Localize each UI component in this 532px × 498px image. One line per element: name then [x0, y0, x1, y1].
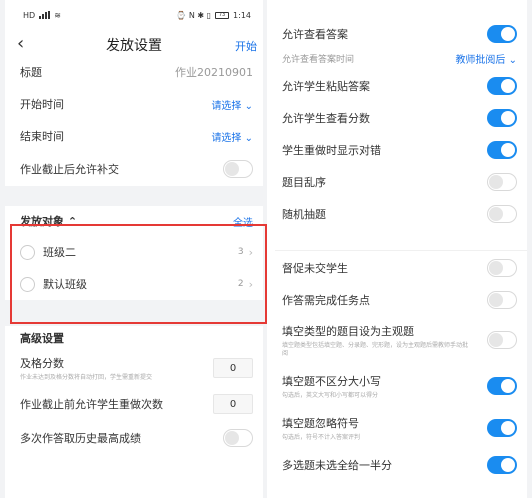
- view-answer-time-select[interactable]: 教师批阅后 ⌄: [455, 51, 517, 66]
- multi-half-label: 多选题未选全给一半分: [282, 459, 392, 472]
- carrier-label: HD: [23, 10, 36, 20]
- right-panel: 允许查看答案 允许查看答案时间 教师批阅后 ⌄ 允许学生粘贴答案 允许学生查看分…: [267, 0, 527, 498]
- battery-icon: 73: [215, 11, 230, 19]
- fill-subjective-toggle[interactable]: [487, 331, 517, 349]
- fill-subjective-label: 填空类型的题目设为主观题: [282, 324, 414, 338]
- view-score-label: 允许学生查看分数: [282, 112, 370, 125]
- class-count: 3: [237, 247, 244, 257]
- start-button[interactable]: 开始: [235, 38, 257, 54]
- page-title: 发放设置: [106, 38, 162, 54]
- pass-score-input[interactable]: 0: [213, 358, 253, 378]
- view-score-toggle[interactable]: [487, 109, 517, 127]
- view-answer-row: 允许查看答案: [267, 22, 527, 46]
- class-row[interactable]: 默认班级 2 ›: [5, 268, 263, 300]
- view-answer-time-label: 允许查看答案时间: [282, 54, 355, 65]
- clock: 1:14: [233, 10, 251, 20]
- history-best-toggle[interactable]: [223, 429, 253, 447]
- view-answer-label: 允许查看答案: [282, 28, 348, 41]
- random-label: 随机抽题: [282, 208, 326, 221]
- end-time-label: 结束时间: [20, 130, 64, 143]
- section-gap: [267, 230, 527, 250]
- multi-half-toggle[interactable]: [487, 456, 517, 474]
- case-insensitive-hint: 勾选后，英文大写和小写都可以得分: [282, 391, 379, 399]
- multi-half-row: 多选题未选全给一半分: [267, 449, 527, 481]
- start-time-label: 开始时间: [20, 98, 64, 111]
- end-time-row[interactable]: 结束时间 请选择 ⌄: [5, 120, 263, 152]
- view-answer-time-row[interactable]: 允许查看答案时间 教师批阅后 ⌄: [267, 46, 527, 70]
- class-name: 班级二: [43, 246, 76, 259]
- redo-count-row: 作业截止前允许学生重做次数 0: [5, 386, 263, 422]
- show-correct-row: 学生重做时显示对错: [267, 134, 527, 166]
- chevron-right-icon: ›: [248, 277, 253, 291]
- urge-toggle[interactable]: [487, 259, 517, 277]
- fill-subjective-row: 填空类型的题目设为主观题 填空题类型包括填空题、分录题、完形题，设为主观题后需教…: [267, 315, 527, 365]
- start-time-row[interactable]: 开始时间 请选择 ⌄: [5, 88, 263, 120]
- paste-toggle[interactable]: [487, 77, 517, 95]
- signal-icon: [39, 11, 51, 19]
- start-time-select[interactable]: 请选择 ⌄: [211, 97, 253, 112]
- nav-bar: ‹ 发放设置 开始: [5, 30, 263, 60]
- status-bar: HD ≋ ⌚ N ✱ ▯ 73 1:14: [5, 0, 263, 30]
- caret-up-icon: ⌃: [67, 215, 78, 228]
- title-row[interactable]: 标题 作业20210901: [5, 60, 263, 84]
- random-toggle[interactable]: [487, 205, 517, 223]
- pass-score-hint: 作业未达到及格分数将自动打回，学生需重新提交: [20, 373, 153, 381]
- view-answer-toggle[interactable]: [487, 25, 517, 43]
- back-icon[interactable]: ‹: [17, 33, 24, 54]
- late-submit-row: 作业截止后允许补交: [5, 152, 263, 186]
- paste-row: 允许学生粘贴答案: [267, 70, 527, 102]
- class-radio[interactable]: [20, 244, 35, 260]
- view-score-row: 允许学生查看分数: [267, 102, 527, 134]
- history-best-row: 多次作答取历史最高成绩: [5, 422, 263, 454]
- urge-row: 督促未交学生: [267, 251, 527, 285]
- ignore-symbol-hint: 勾选后，符号不计入答案评判: [282, 433, 361, 441]
- case-insensitive-row: 填空题不区分大小写 勾选后，英文大写和小写都可以得分: [267, 365, 527, 407]
- section-gap: [5, 186, 263, 206]
- late-submit-label: 作业截止后允许补交: [20, 163, 119, 176]
- shuffle-row: 题目乱序: [267, 166, 527, 198]
- random-row: 随机抽题: [267, 198, 527, 230]
- class-radio[interactable]: [20, 276, 35, 292]
- target-title[interactable]: 发放对象 ⌃: [20, 213, 77, 229]
- late-submit-toggle[interactable]: [223, 160, 253, 178]
- redo-count-input[interactable]: 0: [213, 394, 253, 414]
- task-points-row: 作答需完成任务点: [267, 285, 527, 315]
- status-icons: ⌚ N ✱ ▯: [176, 10, 212, 20]
- target-header: 发放对象 ⌃ 全选: [5, 206, 263, 236]
- redo-count-label: 作业截止前允许学生重做次数: [20, 398, 163, 411]
- case-insensitive-toggle[interactable]: [487, 377, 517, 395]
- ignore-symbol-toggle[interactable]: [487, 419, 517, 437]
- paste-label: 允许学生粘贴答案: [282, 80, 370, 93]
- pass-score-row: 及格分数 作业未达到及格分数将自动打回，学生需重新提交 0: [5, 350, 263, 386]
- task-points-toggle[interactable]: [487, 291, 517, 309]
- left-panel: HD ≋ ⌚ N ✱ ▯ 73 1:14 ‹ 发放设置 开始 标题 作业2021…: [5, 0, 263, 498]
- class-count: 2: [237, 279, 244, 289]
- ignore-symbol-label: 填空题忽略符号: [282, 416, 359, 430]
- select-all-button[interactable]: 全选: [233, 214, 253, 229]
- case-insensitive-label: 填空题不区分大小写: [282, 374, 381, 388]
- show-correct-label: 学生重做时显示对错: [282, 144, 381, 157]
- app-root: HD ≋ ⌚ N ✱ ▯ 73 1:14 ‹ 发放设置 开始 标题 作业2021…: [0, 0, 532, 498]
- fill-subjective-hint: 填空题类型包括填空题、分录题、完形题，设为主观题后需教师手动批阅: [282, 341, 469, 357]
- shuffle-label: 题目乱序: [282, 176, 326, 189]
- chevron-right-icon: ›: [248, 245, 253, 259]
- show-correct-toggle[interactable]: [487, 141, 517, 159]
- ignore-symbol-row: 填空题忽略符号 勾选后，符号不计入答案评判: [267, 407, 527, 449]
- history-best-label: 多次作答取历史最高成绩: [20, 432, 141, 445]
- task-points-label: 作答需完成任务点: [282, 294, 370, 307]
- class-name: 默认班级: [43, 278, 87, 291]
- class-row[interactable]: 班级二 3 ›: [5, 236, 263, 268]
- title-label: 标题: [20, 66, 42, 79]
- advanced-header: 高级设置: [5, 326, 263, 350]
- pass-score-label: 及格分数: [20, 356, 64, 370]
- title-value: 作业20210901: [175, 66, 253, 79]
- end-time-select[interactable]: 请选择 ⌄: [211, 129, 253, 144]
- section-gap: [5, 300, 263, 326]
- wifi-icon: ≋: [54, 10, 61, 20]
- urge-label: 督促未交学生: [282, 262, 348, 275]
- advanced-title: 高级设置: [20, 332, 64, 345]
- shuffle-toggle[interactable]: [487, 173, 517, 191]
